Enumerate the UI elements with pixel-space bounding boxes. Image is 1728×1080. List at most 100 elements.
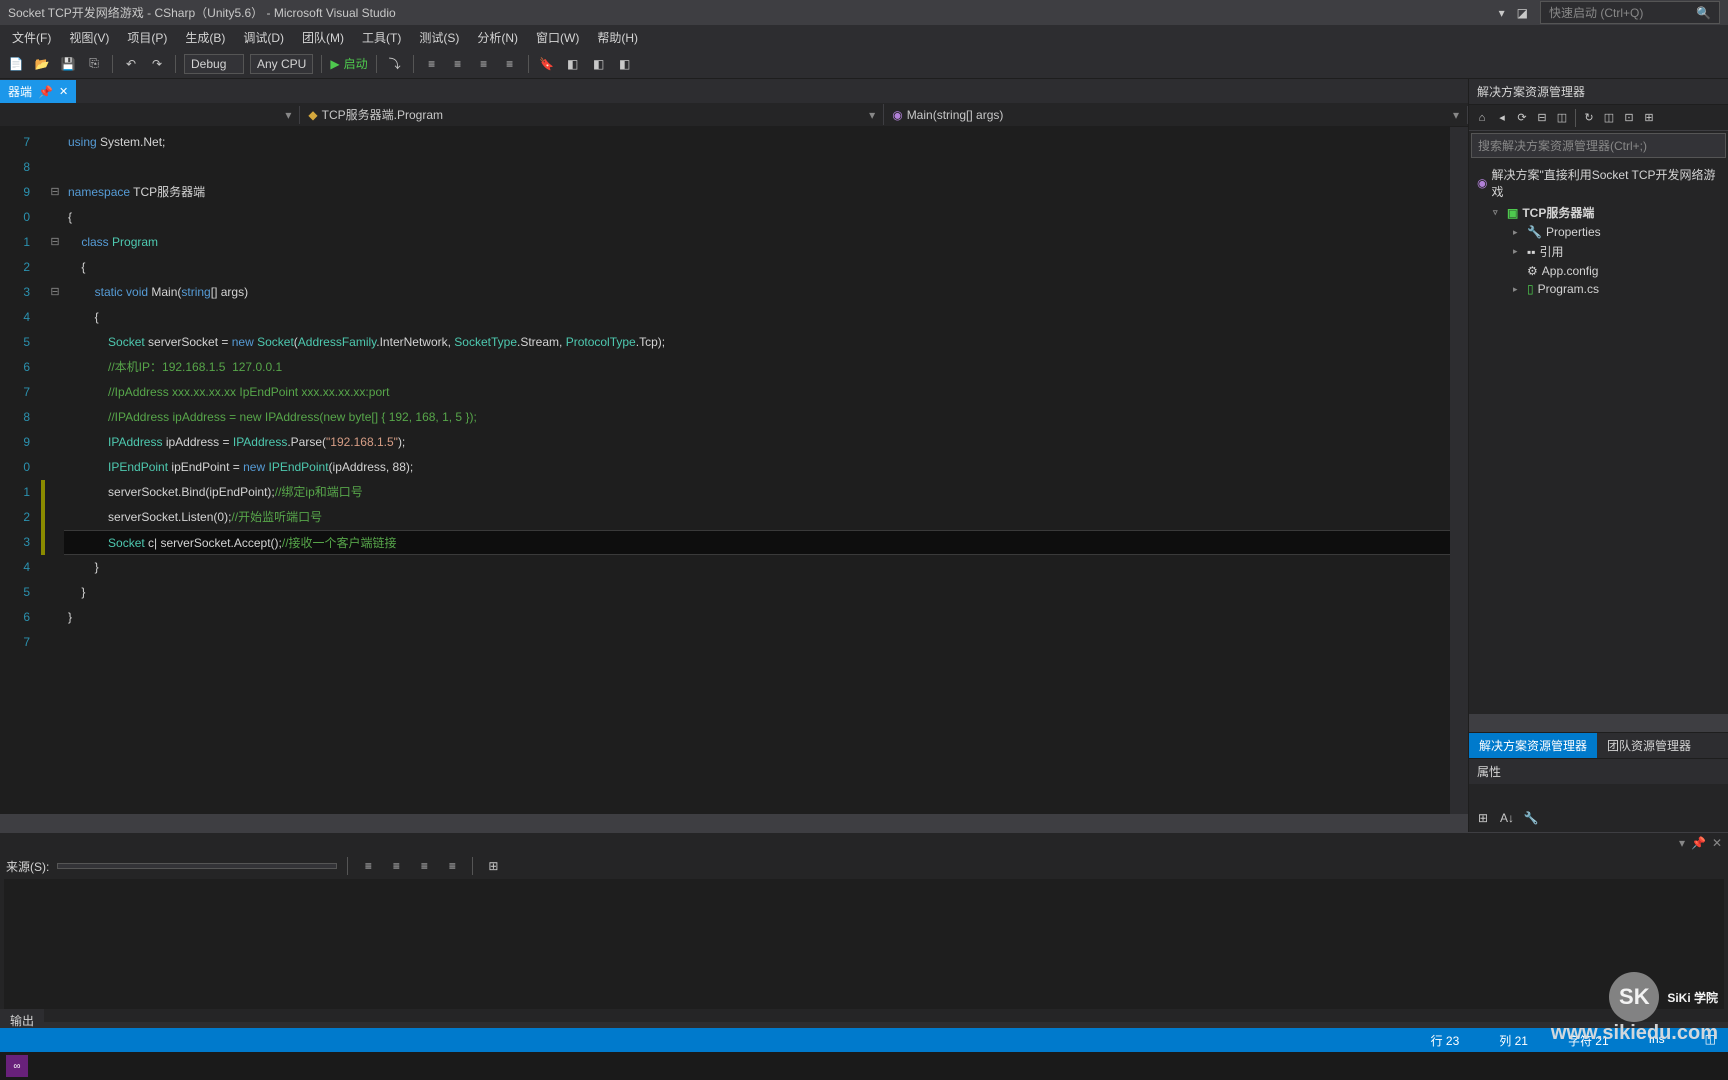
- toolbar-icon[interactable]: ◧: [615, 54, 635, 74]
- document-tab[interactable]: 器端 📌 ✕: [0, 80, 76, 103]
- categorize-icon[interactable]: ⊞: [1473, 808, 1493, 828]
- tree-item-appconfig[interactable]: ⚙ App.config: [1469, 262, 1728, 280]
- sync-icon[interactable]: ⟳: [1513, 109, 1531, 127]
- tab-team-explorer[interactable]: 团队资源管理器: [1597, 733, 1701, 758]
- fold-column[interactable]: ⊟⊟⊟: [46, 127, 64, 814]
- step-icon[interactable]: ⤵: [385, 54, 405, 74]
- properties-icon[interactable]: ⊡: [1620, 109, 1638, 127]
- tree-item-references[interactable]: ▸ ▪▪ 引用: [1469, 241, 1728, 262]
- comment-icon[interactable]: ≡: [474, 54, 494, 74]
- project-node[interactable]: ▿ ▣ TCP服务器端: [1469, 202, 1728, 223]
- home-icon[interactable]: ⌂: [1473, 109, 1491, 127]
- start-button[interactable]: ▶ 启动: [330, 55, 367, 72]
- new-file-icon[interactable]: 📄: [6, 54, 26, 74]
- csharp-project-icon: ▣: [1507, 206, 1518, 220]
- code-editor[interactable]: 789012345678901234567 ⊟⊟⊟ using System.N…: [0, 127, 1468, 814]
- open-icon[interactable]: 📂: [32, 54, 52, 74]
- solution-search-input[interactable]: 搜索解决方案资源管理器(Ctrl+;): [1471, 133, 1726, 158]
- expand-icon[interactable]: ▿: [1493, 207, 1503, 218]
- platform-combo[interactable]: Any CPU: [250, 54, 313, 74]
- expand-icon[interactable]: ▸: [1513, 227, 1523, 238]
- menu-project[interactable]: 项目(P): [119, 27, 175, 48]
- menu-file[interactable]: 文件(F): [4, 27, 59, 48]
- horizontal-scrollbar[interactable]: [0, 814, 1468, 832]
- menu-test[interactable]: 测试(S): [411, 27, 467, 48]
- toggle-icon[interactable]: ⊞: [483, 856, 503, 876]
- pin-icon[interactable]: 📌: [38, 85, 53, 99]
- references-icon: ▪▪: [1527, 245, 1536, 259]
- separator: [413, 55, 414, 73]
- method-icon: ◉: [892, 108, 902, 122]
- separator: [175, 55, 176, 73]
- status-col: 列 21: [1499, 1032, 1528, 1049]
- csharp-file-icon: ▯: [1527, 282, 1534, 296]
- scroll-minimap[interactable]: [1450, 127, 1468, 814]
- menu-tools[interactable]: 工具(T): [354, 27, 409, 48]
- menu-help[interactable]: 帮助(H): [589, 27, 646, 48]
- close-icon[interactable]: ✕: [1712, 836, 1722, 850]
- notifications-icon[interactable]: ◪: [1517, 6, 1528, 20]
- menu-view[interactable]: 视图(V): [61, 27, 117, 48]
- menu-build[interactable]: 生成(B): [177, 27, 233, 48]
- menu-analyze[interactable]: 分析(N): [469, 27, 526, 48]
- horizontal-scrollbar[interactable]: [1469, 714, 1728, 732]
- visual-studio-icon[interactable]: ∞: [6, 1055, 28, 1077]
- uncomment-icon[interactable]: ≡: [500, 54, 520, 74]
- separator: [347, 857, 348, 875]
- properties-page-icon[interactable]: 🔧: [1521, 808, 1541, 828]
- refresh-icon[interactable]: ↻: [1580, 109, 1598, 127]
- expand-icon[interactable]: ▸: [1513, 246, 1523, 257]
- toolbar-icon[interactable]: ◧: [563, 54, 583, 74]
- menu-window[interactable]: 窗口(W): [528, 27, 587, 48]
- clear-icon[interactable]: ≡: [414, 856, 434, 876]
- outdent-icon[interactable]: ≡: [448, 54, 468, 74]
- document-tabs: 器端 📌 ✕: [0, 79, 1468, 103]
- preview-icon[interactable]: ◫: [1600, 109, 1618, 127]
- goto-prev-icon[interactable]: ≡: [358, 856, 378, 876]
- line-number-gutter: 789012345678901234567: [0, 127, 40, 814]
- chevron-down-icon: ▾: [1453, 108, 1459, 122]
- quick-launch-input[interactable]: 快速启动 (Ctrl+Q) 🔍: [1540, 1, 1720, 24]
- expand-icon[interactable]: ▸: [1513, 284, 1523, 295]
- properties-panel: 属性 ⊞ A↓ 🔧: [1469, 758, 1728, 832]
- main-toolbar: 📄 📂 💾 ⎘ ↶ ↷ Debug Any CPU ▶ 启动 ⤵ ≡ ≡ ≡ ≡…: [0, 49, 1728, 79]
- goto-next-icon[interactable]: ≡: [386, 856, 406, 876]
- save-icon[interactable]: 💾: [58, 54, 78, 74]
- tab-solution-explorer[interactable]: 解决方案资源管理器: [1469, 733, 1597, 758]
- dropdown-icon[interactable]: ▾: [1679, 836, 1685, 850]
- output-text[interactable]: [4, 879, 1724, 1009]
- status-icon[interactable]: ◫: [1705, 1032, 1716, 1049]
- solution-tree[interactable]: ◉ 解决方案"直接利用Socket TCP开发网络游戏 ▿ ▣ TCP服务器端 …: [1469, 160, 1728, 714]
- undo-icon[interactable]: ↶: [121, 54, 141, 74]
- tree-item-properties[interactable]: ▸ 🔧 Properties: [1469, 223, 1728, 241]
- redo-icon[interactable]: ↷: [147, 54, 167, 74]
- close-icon[interactable]: ✕: [59, 85, 68, 98]
- toolbar-icon[interactable]: ⊞: [1640, 109, 1658, 127]
- solution-explorer-title: 解决方案资源管理器: [1469, 79, 1728, 105]
- save-all-icon[interactable]: ⎘: [84, 54, 104, 74]
- wrap-icon[interactable]: ≡: [442, 856, 462, 876]
- title-bar: Socket TCP开发网络游戏 - CSharp（Unity5.6） - Mi…: [0, 0, 1728, 25]
- back-icon[interactable]: ◂: [1493, 109, 1511, 127]
- nav-project-combo[interactable]: ▾: [0, 106, 300, 124]
- pin-icon[interactable]: 📌: [1691, 836, 1706, 850]
- output-source-combo[interactable]: [57, 863, 337, 869]
- solution-node[interactable]: ◉ 解决方案"直接利用Socket TCP开发网络游戏: [1469, 164, 1728, 202]
- menu-debug[interactable]: 调试(D): [235, 27, 292, 48]
- show-all-icon[interactable]: ◫: [1553, 109, 1571, 127]
- collapse-icon[interactable]: ⊟: [1533, 109, 1551, 127]
- flag-icon[interactable]: ▾: [1499, 6, 1505, 20]
- code-content[interactable]: using System.Net;namespace TCP服务器端{ clas…: [64, 127, 1468, 814]
- nav-member-combo[interactable]: ◉ Main(string[] args) ▾: [884, 106, 1468, 124]
- navigation-bar: ▾ ◆ TCP服务器端.Program ▾ ◉ Main(string[] ar…: [0, 103, 1468, 127]
- tree-item-programcs[interactable]: ▸ ▯ Program.cs: [1469, 280, 1728, 298]
- indent-icon[interactable]: ≡: [422, 54, 442, 74]
- menu-team[interactable]: 团队(M): [294, 27, 352, 48]
- side-panel-tabs: 解决方案资源管理器 团队资源管理器: [1469, 732, 1728, 758]
- status-char: 字符 21: [1568, 1032, 1609, 1049]
- nav-class-combo[interactable]: ◆ TCP服务器端.Program ▾: [300, 104, 884, 125]
- config-combo[interactable]: Debug: [184, 54, 244, 74]
- bookmark-icon[interactable]: 🔖: [537, 54, 557, 74]
- toolbar-icon[interactable]: ◧: [589, 54, 609, 74]
- alphabetical-icon[interactable]: A↓: [1497, 808, 1517, 828]
